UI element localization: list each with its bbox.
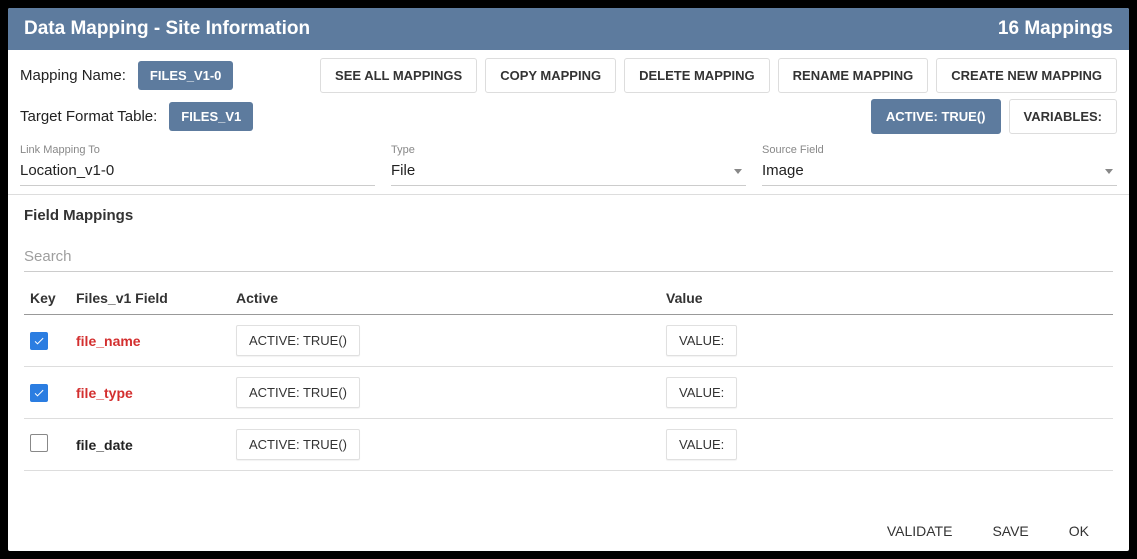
see-all-mappings-button[interactable]: SEE ALL MAPPINGS xyxy=(320,58,477,93)
col-field: Files_v1 Field xyxy=(70,282,230,315)
link-mapping-field[interactable]: Link Mapping To xyxy=(20,144,375,186)
mapping-name-chip[interactable]: FILES_V1-0 xyxy=(138,61,234,90)
key-checkbox[interactable] xyxy=(30,434,48,452)
source-field-label: Source Field xyxy=(762,144,1117,156)
delete-mapping-button[interactable]: DELETE MAPPING xyxy=(624,58,770,93)
toolbar-row-2: Target Format Table: FILES_V1 ACTIVE: TR… xyxy=(8,97,1129,138)
value-pill[interactable]: VALUE: xyxy=(666,429,737,460)
create-new-mapping-button[interactable]: CREATE NEW MAPPING xyxy=(936,58,1117,93)
validate-button[interactable]: VALIDATE xyxy=(887,523,953,539)
dialog-panel: Data Mapping - Site Information 16 Mappi… xyxy=(8,8,1129,551)
value-pill[interactable]: VALUE: xyxy=(666,377,737,408)
page-title: Data Mapping - Site Information xyxy=(24,18,310,40)
mapping-count: 16 Mappings xyxy=(998,18,1113,40)
field-mappings-heading: Field Mappings xyxy=(8,195,1129,228)
source-field[interactable]: Source Field xyxy=(762,144,1117,186)
field-name: file_type xyxy=(76,385,133,401)
table-row: file_date ACTIVE: TRUE() VALUE: xyxy=(24,419,1113,471)
field-name: file_date xyxy=(76,437,133,453)
search-input[interactable] xyxy=(24,242,1113,272)
target-format-label: Target Format Table: xyxy=(20,108,157,125)
dialog-footer: VALIDATE SAVE OK xyxy=(8,511,1129,551)
field-name: file_name xyxy=(76,333,141,349)
key-checkbox[interactable] xyxy=(30,384,48,402)
col-value: Value xyxy=(660,282,1113,315)
active-pill[interactable]: ACTIVE: TRUE() xyxy=(236,377,360,408)
rename-mapping-button[interactable]: RENAME MAPPING xyxy=(778,58,929,93)
table-row: file_type ACTIVE: TRUE() VALUE: xyxy=(24,367,1113,419)
copy-mapping-button[interactable]: COPY MAPPING xyxy=(485,58,616,93)
save-button[interactable]: SAVE xyxy=(992,523,1028,539)
col-key: Key xyxy=(24,282,70,315)
link-mapping-input[interactable] xyxy=(20,158,375,186)
source-field-select[interactable] xyxy=(762,158,1117,186)
toolbar-row-1: Mapping Name: FILES_V1-0 SEE ALL MAPPING… xyxy=(8,50,1129,97)
fields-row: Link Mapping To Type Source Field xyxy=(8,138,1129,194)
titlebar: Data Mapping - Site Information 16 Mappi… xyxy=(8,8,1129,50)
active-pill[interactable]: ACTIVE: TRUE() xyxy=(236,429,360,460)
table-row: file_name ACTIVE: TRUE() VALUE: xyxy=(24,315,1113,367)
type-label: Type xyxy=(391,144,746,156)
key-checkbox[interactable] xyxy=(30,332,48,350)
value-pill[interactable]: VALUE: xyxy=(666,325,737,356)
type-field[interactable]: Type xyxy=(391,144,746,186)
col-active: Active xyxy=(230,282,660,315)
active-pill[interactable]: ACTIVE: TRUE() xyxy=(236,325,360,356)
ok-button[interactable]: OK xyxy=(1069,523,1089,539)
check-icon xyxy=(33,387,45,399)
target-format-chip[interactable]: FILES_V1 xyxy=(169,102,253,131)
field-mappings-table-wrap[interactable]: Key Files_v1 Field Active Value file_nam… xyxy=(8,282,1129,511)
variables-button[interactable]: VARIABLES: xyxy=(1009,99,1117,134)
field-mappings-table: Key Files_v1 Field Active Value file_nam… xyxy=(24,282,1113,471)
check-icon xyxy=(33,335,45,347)
active-button[interactable]: ACTIVE: TRUE() xyxy=(871,99,1001,134)
link-mapping-label: Link Mapping To xyxy=(20,144,375,156)
mapping-name-label: Mapping Name: xyxy=(20,67,126,84)
type-select[interactable] xyxy=(391,158,746,186)
